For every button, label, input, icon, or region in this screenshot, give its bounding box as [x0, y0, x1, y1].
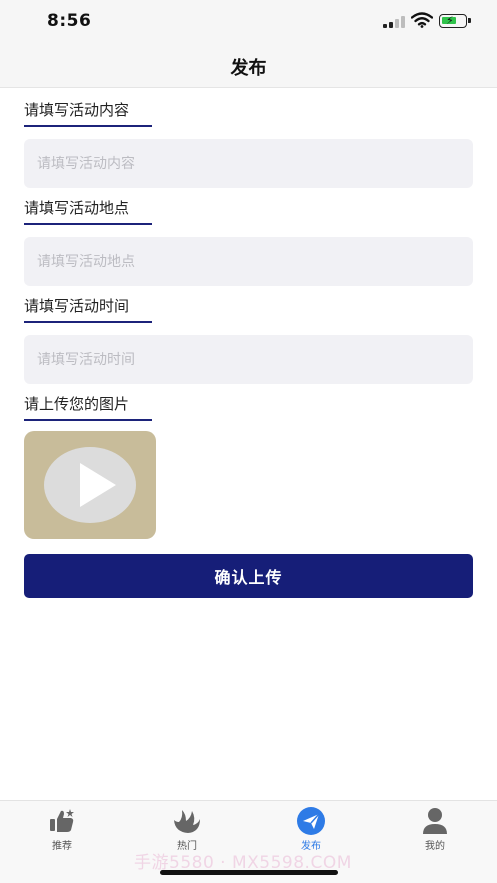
page-title: 发布 — [230, 58, 267, 79]
image-label: 请上传您的图片 — [24, 393, 152, 421]
tab-publish[interactable]: 发布 — [271, 806, 351, 852]
publish-form: 请填写活动内容 请填写活动地点 请填写活动时间 请上传您的图片 确认上传 — [24, 88, 473, 598]
tab-recommend[interactable]: 推荐 — [22, 806, 102, 852]
location-input[interactable] — [24, 237, 473, 286]
tab-label: 我的 — [425, 841, 445, 852]
battery-icon: ⚡ — [439, 14, 471, 28]
bird-icon — [174, 810, 200, 833]
play-icon — [80, 463, 116, 507]
confirm-upload-button[interactable]: 确认上传 — [24, 554, 473, 598]
tab-hot[interactable]: 热门 — [147, 806, 227, 852]
status-time: 8:56 — [47, 11, 92, 31]
send-icon — [297, 807, 325, 835]
thumbs-up-icon — [50, 809, 74, 832]
image-upload-thumbnail[interactable] — [24, 431, 156, 539]
content-input[interactable] — [24, 139, 473, 188]
wifi-icon — [411, 12, 433, 28]
content-label: 请填写活动内容 — [24, 99, 152, 127]
home-indicator — [160, 870, 338, 875]
nav-bar: 发布 — [0, 44, 497, 88]
time-input[interactable] — [24, 335, 473, 384]
tab-mine[interactable]: 我的 — [395, 806, 475, 852]
time-label: 请填写活动时间 — [24, 295, 152, 323]
user-icon — [423, 808, 447, 834]
location-label: 请填写活动地点 — [24, 197, 152, 225]
signal-icon — [383, 16, 405, 28]
tab-label: 推荐 — [52, 841, 72, 852]
status-bar: 8:56 ⚡ — [0, 0, 497, 44]
